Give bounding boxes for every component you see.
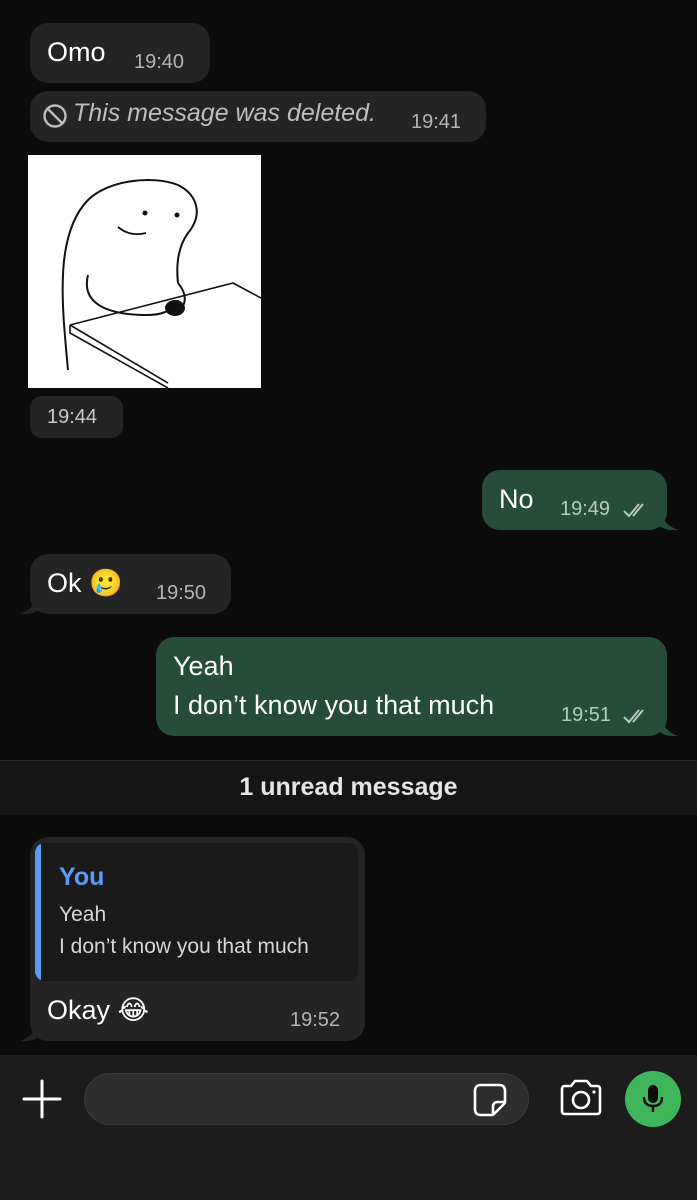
sticker-icon[interactable] [472,1082,508,1118]
reply-quote-line1: Yeah [59,903,107,926]
message-time: 19:41 [411,111,462,133]
unread-divider: 1 unread message [0,761,697,815]
message-time: 19:49 [560,498,611,520]
message-time: 19:51 [561,704,612,726]
reply-quote-author: You [59,863,105,891]
reply-quote[interactable]: You Yeah I don’t know you that much [35,843,358,981]
unread-divider-text: 1 unread message [239,773,458,801]
message-text-line1: Yeah [173,651,234,681]
image-message[interactable] [28,155,262,389]
message-text: Omo [47,37,106,67]
bubble-tail [20,595,38,615]
message-time: 19:52 [290,1009,341,1031]
double-check-icon [623,709,644,724]
sticker-image [61,179,262,389]
bubble-tail [20,1022,38,1042]
message-outgoing-yeah[interactable]: Yeah I don’t know you that much 19:51 [156,637,667,736]
chat-view: Omo 19:40 This message was deleted. 19:4… [0,0,697,1055]
reply-quote-line2: I don’t know you that much [59,935,309,958]
message-outgoing-no[interactable]: No 19:49 [482,470,667,530]
image-time-pill: 19:44 [30,396,123,438]
message-time: 19:44 [47,406,98,428]
bubble-tail [660,511,678,531]
message-incoming-ok[interactable]: Ok 🥲 19:50 [30,554,231,614]
bubble-tail [660,717,678,737]
reply-quote-accent-bar [35,843,41,981]
message-time: 19:40 [134,51,185,73]
deleted-text: This message was deleted. [73,99,376,127]
message-incoming-omo[interactable]: Omo 19:40 [30,23,210,83]
microphone-button[interactable] [625,1071,681,1127]
message-incoming-deleted[interactable]: This message was deleted. 19:41 [30,91,486,142]
message-text: No [499,484,534,514]
message-text: Okay 😂 [47,995,150,1025]
message-input[interactable] [84,1073,529,1125]
message-text: Ok 🥲 [47,568,123,598]
double-check-icon [623,503,644,518]
plus-icon[interactable] [20,1077,64,1121]
camera-icon[interactable] [558,1078,604,1118]
message-time: 19:50 [156,582,207,604]
message-text-line2: I don’t know you that much [173,690,495,720]
prohibited-icon [42,103,68,134]
microphone-icon [642,1085,664,1112]
